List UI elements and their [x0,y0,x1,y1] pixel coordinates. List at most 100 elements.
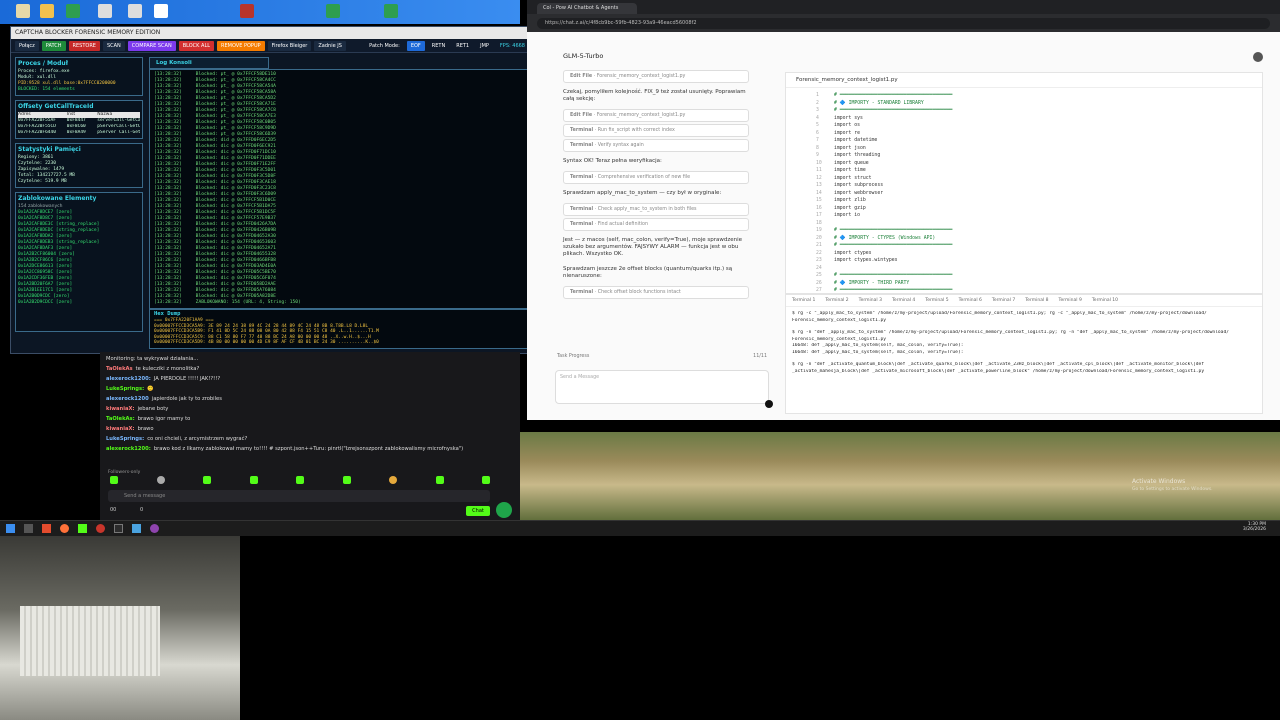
chat-username[interactable]: alexerock1200 [106,396,149,402]
line-number: 24 [816,265,822,271]
firefox-button[interactable]: Firefox Bleiger [267,40,312,51]
log-time: [13:28:32] [154,84,182,89]
log-text: Blocked: dic @ 0x7FFD0F71DDEE [195,156,276,161]
emote-icon[interactable] [156,476,165,484]
emote-icon[interactable] [296,476,304,484]
chat-message: TaOlekAs: brawo igor mamy to [100,414,520,424]
tool-desc: Verify syntax again [597,143,644,148]
tool-card[interactable]: Edit File · Forensic_memory_context_logi… [563,109,749,122]
tool-card[interactable]: Terminal · Run fix_script with correct i… [563,124,749,137]
terminal-tab[interactable]: Terminal 7 [992,298,1015,303]
emote-icon[interactable] [110,476,118,484]
activate-windows-title: Activate Windows [1132,478,1186,485]
log-text: Blocked: dic @ 0x7FFD0F71E2FF [195,162,276,167]
table-row[interactable]: 0x7FFA220F6440 0xF8A49 pServer Call-GetCo [18,130,140,136]
code-text: # ══════════════════════════════════════… [834,243,953,248]
url-input[interactable]: https://chat.z.ai/c/4f8cb9bc-59fb-4823-9… [537,17,1270,29]
remove-popup-button[interactable]: REMOVE POPUP [217,40,265,51]
tool-card[interactable]: Terminal · Find actual definition [563,218,749,231]
terminal-tab[interactable]: Terminal 6 [959,298,982,303]
zadnie-js-button[interactable]: Zadnie JS [314,40,346,51]
spreadsheet-icon[interactable] [66,4,80,18]
chat-send-button[interactable]: Chat [466,506,490,516]
emote-icon[interactable] [249,476,258,484]
folder-icon[interactable] [40,4,54,18]
mode-eof-button[interactable]: EOF [406,40,425,51]
folder-icon[interactable] [16,4,30,18]
terminal-tab[interactable]: Terminal 9 [1059,298,1082,303]
restore-button[interactable]: RESTORE [68,40,100,51]
chat-username[interactable]: alexerock1200: [106,376,151,382]
message-input[interactable]: Send a Message [555,370,769,404]
terminal-tab[interactable]: Terminal 3 [859,298,882,303]
windows-start-icon[interactable] [6,524,15,533]
hex-tab[interactable]: Hex Dump [150,310,528,318]
tool-type: Terminal [570,290,594,295]
terminal-tab[interactable]: Terminal 1 [792,298,815,303]
terminal-tab[interactable]: Terminal 5 [925,298,948,303]
terminal-tab[interactable]: Terminal 10 [1092,298,1118,303]
chat-username[interactable]: LukeSprings: [106,386,144,392]
search-icon[interactable] [24,524,33,533]
log-time: [13:28:32] [154,114,182,119]
terminal-tab[interactable]: Terminal 2 [825,298,848,303]
emote-icon[interactable] [482,476,490,484]
terminal-tab[interactable]: Terminal 4 [892,298,915,303]
line-number: 3 [816,108,819,113]
log-text: Blocked: dic @ 0x7FFD04655328 [195,252,276,257]
app-icon[interactable] [78,524,87,533]
kick-icon[interactable] [496,502,512,518]
log-text: Blocked: dic @ 0x7FFD0F3CAE18 [195,180,276,185]
tool-card[interactable]: Terminal · Verify syntax again [563,139,749,152]
mode-ret1-button[interactable]: RET1 [452,41,473,51]
emote-icon[interactable] [435,476,444,484]
document-icon[interactable] [128,4,142,18]
clock[interactable]: 1:30 PM 3/26/2026 [1226,522,1266,532]
document-icon[interactable] [154,4,168,18]
mode-retn-button[interactable]: RETN [428,41,449,51]
stop-icon[interactable] [765,400,773,408]
browser-tab[interactable]: Col - Pow AI Chatbot & Agents [537,3,637,14]
chat-username[interactable]: TaOlekAs [106,366,133,372]
chat-input[interactable]: Send a message [108,490,490,502]
connect-button[interactable]: Połącz [15,40,39,51]
scan-button[interactable]: SCAN [102,40,125,51]
log-time: [13:28:32] [154,102,182,107]
tool-card[interactable]: Terminal · Comprehensive verification of… [563,171,749,184]
app-icon[interactable] [114,524,123,533]
terminal-tab[interactable]: Terminal 8 [1025,298,1048,303]
chat-message: alexerock1200 japierdole jak ty to zrobil… [100,394,520,404]
mode-jmp-button[interactable]: JMP [476,41,493,51]
log-tab[interactable]: Log Konsoli [149,57,269,69]
code-text: import zlib [834,198,866,203]
spreadsheet-icon[interactable] [384,4,398,18]
archive-icon[interactable] [240,4,254,18]
app-icon[interactable] [150,524,159,533]
firefox-icon[interactable] [60,524,69,533]
chat-username[interactable]: alexerock1200: [106,446,151,452]
log-time: [13:28:32] [154,150,182,155]
chat-username[interactable]: kiwaniaX: [106,406,135,412]
block-all-button[interactable]: BLOCK ALL [178,40,215,51]
emote-icon[interactable] [342,476,351,484]
app-icon[interactable] [132,524,141,533]
chat-username[interactable]: kiwaniaX: [106,426,135,432]
patch-button[interactable]: PATCH [41,40,66,51]
chat-username[interactable]: LukeSprings: [106,436,144,442]
tool-card[interactable]: Terminal · Check apply_mac_to_system in … [563,203,749,216]
compare-scan-button[interactable]: COMPARE SCAN [127,40,176,51]
document-icon[interactable] [98,4,112,18]
emote-icon[interactable] [203,476,211,484]
emote-icon[interactable] [389,476,397,484]
line-number: 26 [816,280,822,286]
task-progress[interactable]: Task Progress 11/11 [557,354,767,359]
app-icon[interactable] [96,524,105,533]
spreadsheet-icon[interactable] [326,4,340,18]
tool-card[interactable]: Terminal · Check offset block functions … [563,286,749,299]
log-time: [13:28:32] [154,300,182,305]
app-icon[interactable] [42,524,51,533]
line-number: 15 [816,198,822,203]
close-icon[interactable] [1253,52,1263,62]
chat-username[interactable]: TaOlekAs: [106,416,135,422]
blocked-item[interactable]: 0x1A2B2D9CDCC [zero] [18,300,140,306]
